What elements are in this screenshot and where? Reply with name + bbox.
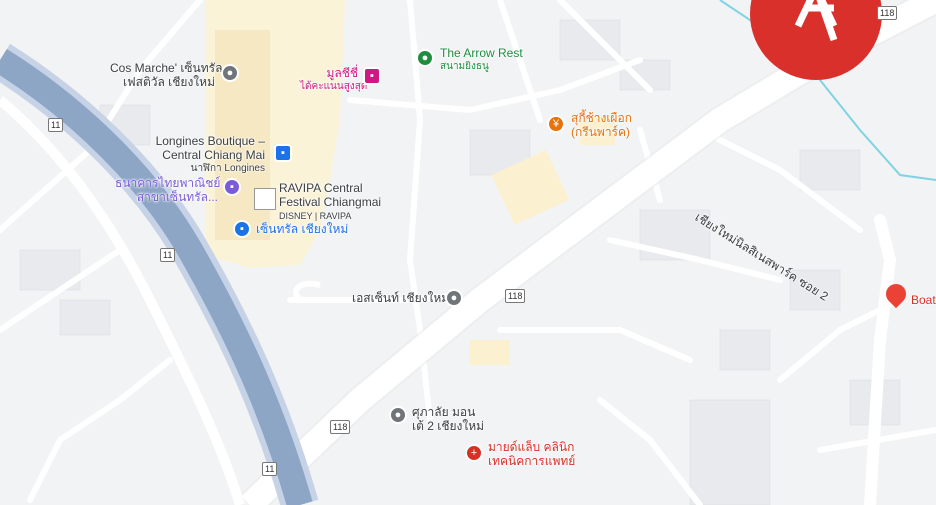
brand-logo bbox=[750, 0, 882, 80]
place-label: เซ็นทรัล เชียงใหม่ bbox=[256, 222, 349, 236]
place-label: Boat bbox=[911, 293, 936, 307]
store-icon[interactable] bbox=[254, 188, 276, 210]
route-shield: 118 bbox=[505, 289, 526, 303]
place-icon[interactable]: ● bbox=[416, 49, 434, 67]
route-shield: 11 bbox=[160, 248, 176, 262]
place-label: เอสเซ็นท์ เชียงใหม่ bbox=[352, 291, 450, 305]
place-label: Cos Marche' เซ็นทรัล เฟสติวัล เชียงใหม่ bbox=[110, 61, 223, 89]
route-shield: 118 bbox=[330, 420, 351, 434]
place-label: The Arrow Rest สนามยิงธนู bbox=[440, 46, 523, 72]
bank-icon[interactable]: ▪ bbox=[223, 178, 241, 196]
shopping-icon[interactable]: ▪ bbox=[233, 220, 251, 238]
place-icon[interactable]: ● bbox=[445, 289, 463, 307]
place-icon[interactable]: ● bbox=[389, 406, 407, 424]
route-shield: 11 bbox=[48, 118, 64, 132]
shopping-icon[interactable]: ▪ bbox=[274, 144, 292, 162]
route-shield: 118 bbox=[877, 6, 898, 20]
hospital-icon[interactable]: + bbox=[465, 444, 483, 462]
place-label: มายด์แล็บ คลินิก เทคนิคการแพทย์ bbox=[488, 440, 576, 468]
restaurant-icon[interactable]: ¥ bbox=[547, 115, 565, 133]
place-label: มูลชีชี่ ได้คะแนนสูงสุด bbox=[300, 66, 368, 92]
hotel-icon[interactable]: ▪ bbox=[363, 67, 381, 85]
route-shield: 11 bbox=[262, 462, 278, 476]
place-label: RAVIPA Central Festival Chiangmai DISNEY |… bbox=[279, 181, 382, 221]
place-label: ธนาคารไทยพาณิชย์ สาขาเซ็นทรัล... bbox=[115, 176, 221, 204]
place-label: ศุภาลัย มอน เต้ 2 เชียงใหม่ bbox=[412, 405, 485, 433]
place-label: Longines Boutique – Central Chiang Mai นาฬ… bbox=[155, 134, 265, 174]
place-label: สุกี้ช้างเผือก (กรีนพาร์ค) bbox=[571, 111, 632, 139]
place-icon[interactable]: ● bbox=[221, 64, 239, 82]
